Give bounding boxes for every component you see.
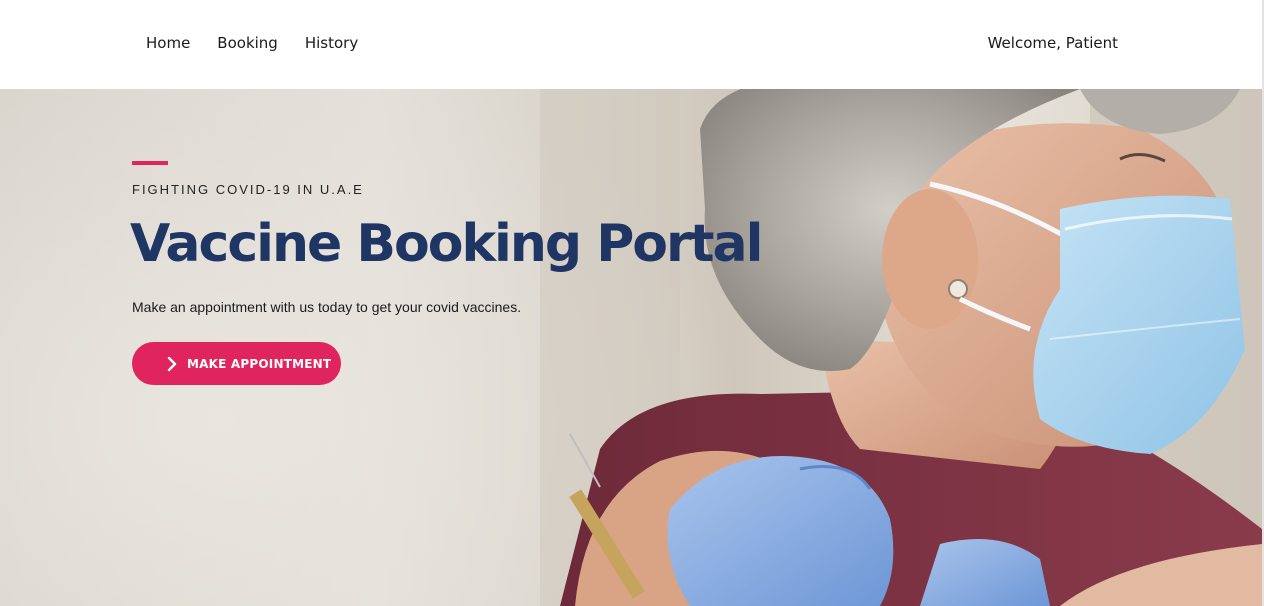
- make-appointment-label: MAKE APPOINTMENT: [187, 356, 332, 371]
- page: Home Booking History Welcome, Patient FI…: [0, 0, 1264, 606]
- nav-link-history[interactable]: History: [305, 33, 358, 53]
- hero-section: FIGHTING COVID-19 IN U.A.E Vaccine Booki…: [0, 89, 1262, 606]
- make-appointment-button[interactable]: MAKE APPOINTMENT: [132, 342, 341, 385]
- hero-subtitle: Make an appointment with us today to get…: [132, 299, 522, 315]
- nav-link-home[interactable]: Home: [146, 33, 190, 53]
- hero-eyebrow: FIGHTING COVID-19 IN U.A.E: [132, 182, 364, 197]
- welcome-text: Welcome, Patient: [987, 34, 1118, 52]
- nav-link-booking[interactable]: Booking: [217, 33, 278, 53]
- chevron-right-icon: [166, 356, 178, 372]
- navbar: Home Booking History Welcome, Patient: [0, 0, 1264, 89]
- nav-links: Home Booking History: [146, 33, 385, 53]
- accent-bar: [132, 161, 168, 165]
- hero-title: Vaccine Booking Portal: [130, 214, 763, 274]
